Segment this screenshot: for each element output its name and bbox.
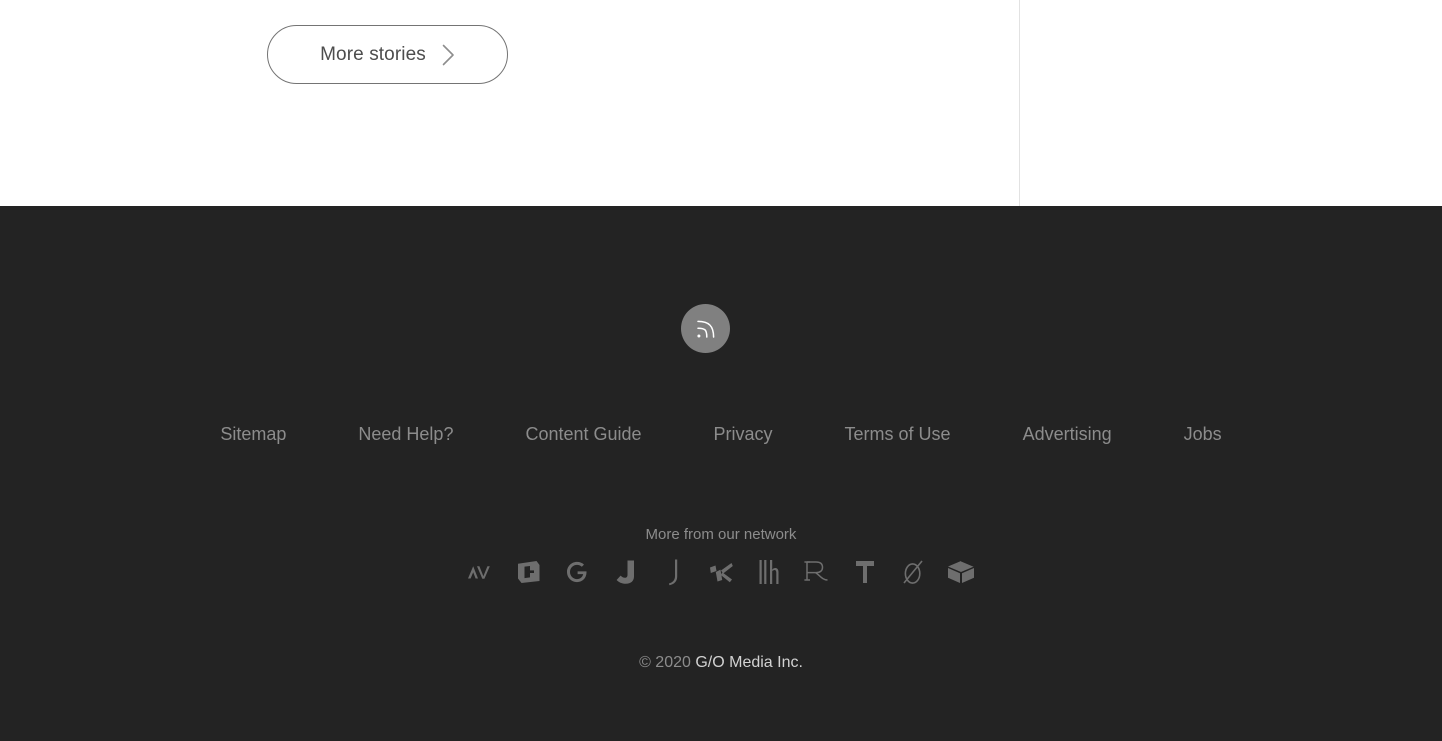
- page-top-section: More stories: [0, 0, 1442, 206]
- theonion-logo[interactable]: [889, 555, 937, 589]
- footer-link-terms-of-use[interactable]: Terms of Use: [845, 420, 951, 449]
- footer-link-sitemap[interactable]: Sitemap: [220, 420, 286, 449]
- copyright-line: © 2020 G/O Media Inc.: [0, 653, 1442, 672]
- rss-feed-button[interactable]: [681, 304, 730, 353]
- copyright-prefix: © 2020: [639, 654, 696, 671]
- avclub-logo[interactable]: [457, 555, 505, 589]
- lifehacker-logo[interactable]: [745, 555, 793, 589]
- network-section: More from our network: [0, 526, 1442, 589]
- kotaku-logo[interactable]: [697, 555, 745, 589]
- gizmodo-logo[interactable]: [553, 555, 601, 589]
- thetakeout-logo[interactable]: [841, 555, 889, 589]
- footer-link-privacy[interactable]: Privacy: [714, 420, 773, 449]
- footer-nav: Sitemap Need Help? Content Guide Privacy…: [0, 420, 1442, 449]
- theinventory-logo[interactable]: [937, 555, 985, 589]
- chevron-right-icon: [442, 44, 455, 66]
- jalopnik-logo[interactable]: [601, 555, 649, 589]
- footer-link-need-help[interactable]: Need Help?: [358, 420, 453, 449]
- site-footer: Sitemap Need Help? Content Guide Privacy…: [0, 206, 1442, 741]
- network-heading: More from our network: [645, 526, 797, 543]
- rss-icon: [694, 317, 718, 341]
- deadspin-logo[interactable]: [505, 555, 553, 589]
- more-stories-button[interactable]: More stories: [267, 25, 508, 84]
- footer-link-jobs[interactable]: Jobs: [1184, 420, 1222, 449]
- copyright-brand: G/O Media Inc.: [695, 654, 803, 671]
- column-divider: [1019, 0, 1020, 206]
- more-stories-label: More stories: [320, 44, 426, 65]
- jezebel-logo[interactable]: [649, 555, 697, 589]
- footer-link-content-guide[interactable]: Content Guide: [525, 420, 641, 449]
- footer-link-advertising[interactable]: Advertising: [1023, 420, 1112, 449]
- theroot-logo[interactable]: [793, 555, 841, 589]
- network-logo-row: [0, 555, 1442, 589]
